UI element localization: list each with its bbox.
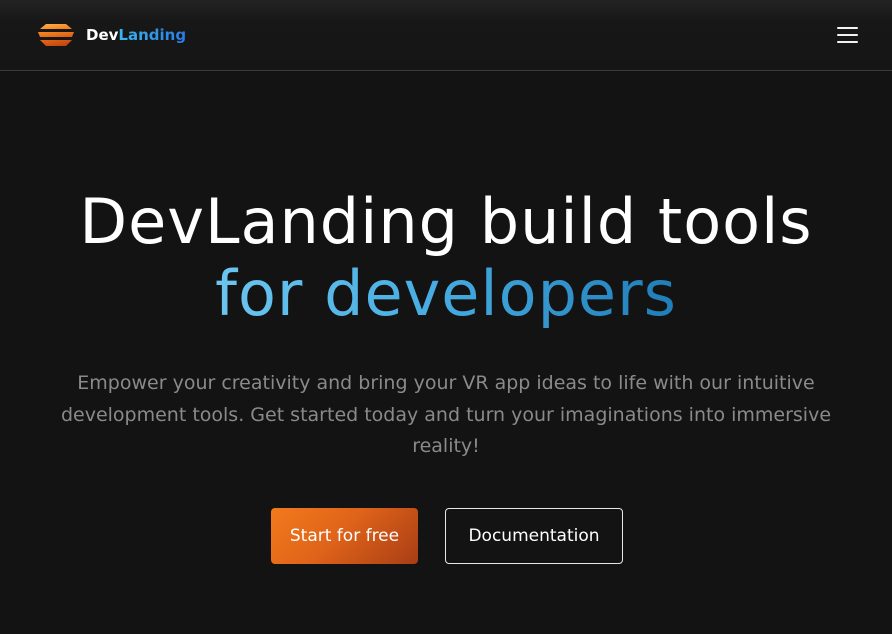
brand-name-dev: Dev xyxy=(86,26,119,44)
hero-title-line2: for developers xyxy=(215,257,677,330)
menu-bar xyxy=(836,27,858,29)
menu-bar xyxy=(836,41,858,43)
hero-title-line1: DevLanding build tools xyxy=(79,185,813,258)
menu-bar xyxy=(836,34,858,36)
brand-logo[interactable]: Dev Landing xyxy=(36,22,186,48)
brand-name: Dev Landing xyxy=(86,26,186,44)
documentation-button[interactable]: Documentation xyxy=(445,508,623,564)
hero-title: DevLanding build tools for developers xyxy=(0,186,892,330)
top-navbar: Dev Landing xyxy=(0,0,892,71)
start-for-free-button[interactable]: Start for free xyxy=(271,508,418,564)
hero-subtitle: Empower your creativity and bring your V… xyxy=(60,372,832,457)
landing-page: Dev Landing DevLanding build tools for de… xyxy=(0,0,892,634)
brand-name-landing: Landing xyxy=(118,26,187,44)
hamburger-menu-icon[interactable] xyxy=(833,22,861,48)
layered-stack-logo-icon xyxy=(38,24,74,46)
